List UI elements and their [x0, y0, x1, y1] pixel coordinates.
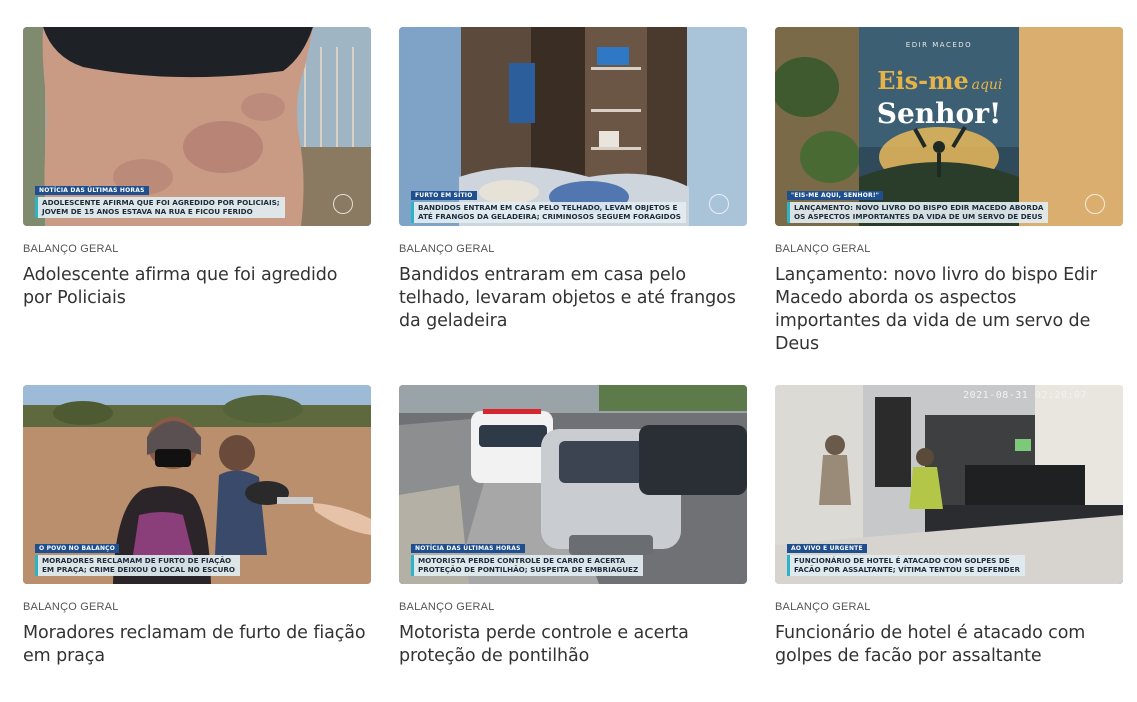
caption-overlay: O POVO NO BALANÇO MORADORES RECLAMAM DE …	[35, 537, 241, 576]
news-thumbnail[interactable]: EDIR MACEDO Eis-me aqui Senhor! "EIS-ME …	[775, 27, 1123, 226]
caption-tag: FURTO EM SÍTIO	[411, 191, 477, 200]
caption-overlay: AO VIVO E URGENTE FUNCIONÁRIO DE HOTEL É…	[787, 537, 1026, 576]
section-label[interactable]: BALANÇO GERAL	[23, 601, 371, 613]
book-author: EDIR MACEDO	[906, 41, 972, 49]
news-thumbnail[interactable]: NOTÍCIA DAS ÚLTIMAS HORAS MOTORISTA PERD…	[399, 385, 747, 584]
news-thumbnail[interactable]: NOTÍCIA DAS ÚLTIMAS HORAS ADOLESCENTE AF…	[23, 27, 371, 226]
caption-tag: AO VIVO E URGENTE	[787, 544, 867, 553]
caption-line-1: FUNCIONÁRIO DE HOTEL É ATACADO COM GOLPE…	[794, 556, 1010, 565]
channel-logo-icon	[1085, 194, 1105, 214]
caption-line-2: FACÃO POR ASSALTANTE; VÍTIMA TENTOU SE D…	[794, 565, 1021, 574]
section-label[interactable]: BALANÇO GERAL	[399, 243, 747, 255]
news-card[interactable]: O POVO NO BALANÇO MORADORES RECLAMAM DE …	[23, 385, 371, 685]
caption-line-2: OS ASPECTOS IMPORTANTES DA VIDA DE UM SE…	[794, 212, 1043, 221]
caption-overlay: NOTÍCIA DAS ÚLTIMAS HORAS ADOLESCENTE AF…	[35, 179, 285, 218]
news-grid: NOTÍCIA DAS ÚLTIMAS HORAS ADOLESCENTE AF…	[23, 27, 1123, 685]
caption-box: MOTORISTA PERDE CONTROLE DE CARRO E ACER…	[411, 555, 644, 576]
book-title-2: aqui	[972, 77, 1003, 93]
section-label[interactable]: BALANÇO GERAL	[399, 601, 747, 613]
caption-line-1: MORADORES RECLAMAM DE FURTO DE FIAÇÃO	[42, 556, 232, 565]
caption-tag: O POVO NO BALANÇO	[35, 544, 120, 553]
caption-box: LANÇAMENTO: NOVO LIVRO DO BISPO EDIR MAC…	[787, 202, 1049, 223]
news-thumbnail[interactable]: O POVO NO BALANÇO MORADORES RECLAMAM DE …	[23, 385, 371, 584]
headline[interactable]: Lançamento: novo livro do bispo Edir Mac…	[775, 264, 1123, 356]
headline[interactable]: Motorista perde controle e acerta proteç…	[399, 622, 747, 668]
news-thumbnail[interactable]: FURTO EM SÍTIO BANDIDOS ENTRAM EM CASA P…	[399, 27, 747, 226]
caption-line-2: ATÉ FRANGOS DA GELADEIRA; CRIMINOSOS SEG…	[418, 212, 681, 221]
caption-box: ADOLESCENTE AFIRMA QUE FOI AGREDIDO POR …	[35, 197, 285, 218]
caption-box: BANDIDOS ENTRAM EM CASA PELO TELHADO, LE…	[411, 202, 686, 223]
caption-tag: NOTÍCIA DAS ÚLTIMAS HORAS	[411, 544, 525, 553]
caption-line-2: EM PRAÇA; CRIME DEIXOU O LOCAL NO ESCURO	[42, 565, 236, 574]
section-label[interactable]: BALANÇO GERAL	[23, 243, 371, 255]
caption-overlay: NOTÍCIA DAS ÚLTIMAS HORAS MOTORISTA PERD…	[411, 537, 644, 576]
caption-line-1: ADOLESCENTE AFIRMA QUE FOI AGREDIDO POR …	[42, 198, 280, 207]
channel-logo-icon	[333, 194, 353, 214]
news-card[interactable]: NOTÍCIA DAS ÚLTIMAS HORAS ADOLESCENTE AF…	[23, 27, 371, 385]
caption-overlay: "EIS-ME AQUI, SENHOR!" LANÇAMENTO: NOVO …	[787, 184, 1049, 223]
caption-line-2: JOVEM DE 15 ANOS ESTAVA NA RUA E FICOU F…	[42, 207, 253, 216]
section-label[interactable]: BALANÇO GERAL	[775, 243, 1123, 255]
headline[interactable]: Adolescente afirma que foi agredido por …	[23, 264, 371, 310]
cctv-timestamp: 2021-08-31 02:20:07	[963, 390, 1087, 401]
news-card[interactable]: 2021-08-31 02:20:07 AO VIVO E URGENTE FU…	[775, 385, 1123, 685]
caption-line-2: PROTEÇÃO DE PONTILHÃO; SUSPEITA DE EMBRI…	[418, 565, 639, 574]
news-card[interactable]: NOTÍCIA DAS ÚLTIMAS HORAS MOTORISTA PERD…	[399, 385, 747, 685]
caption-line-1: LANÇAMENTO: NOVO LIVRO DO BISPO EDIR MAC…	[794, 203, 1044, 212]
caption-box: FUNCIONÁRIO DE HOTEL É ATACADO COM GOLPE…	[787, 555, 1026, 576]
caption-line-1: BANDIDOS ENTRAM EM CASA PELO TELHADO, LE…	[418, 203, 678, 212]
caption-tag: "EIS-ME AQUI, SENHOR!"	[787, 191, 884, 200]
caption-line-1: MOTORISTA PERDE CONTROLE DE CARRO E ACER…	[418, 556, 626, 565]
news-card[interactable]: EDIR MACEDO Eis-me aqui Senhor! "EIS-ME …	[775, 27, 1123, 385]
channel-logo-icon	[709, 194, 729, 214]
book-title-1: Eis-me	[877, 66, 969, 95]
headline[interactable]: Funcionário de hotel é atacado com golpe…	[775, 622, 1123, 668]
news-thumbnail[interactable]: 2021-08-31 02:20:07 AO VIVO E URGENTE FU…	[775, 385, 1123, 584]
section-label[interactable]: BALANÇO GERAL	[775, 601, 1123, 613]
headline[interactable]: Bandidos entraram em casa pelo telhado, …	[399, 264, 747, 333]
caption-box: MORADORES RECLAMAM DE FURTO DE FIAÇÃO EM…	[35, 555, 241, 576]
caption-tag: NOTÍCIA DAS ÚLTIMAS HORAS	[35, 186, 149, 195]
book-title-3: Senhor!	[877, 97, 1001, 130]
news-card[interactable]: FURTO EM SÍTIO BANDIDOS ENTRAM EM CASA P…	[399, 27, 747, 385]
headline[interactable]: Moradores reclamam de furto de fiação em…	[23, 622, 371, 668]
caption-overlay: FURTO EM SÍTIO BANDIDOS ENTRAM EM CASA P…	[411, 184, 686, 223]
